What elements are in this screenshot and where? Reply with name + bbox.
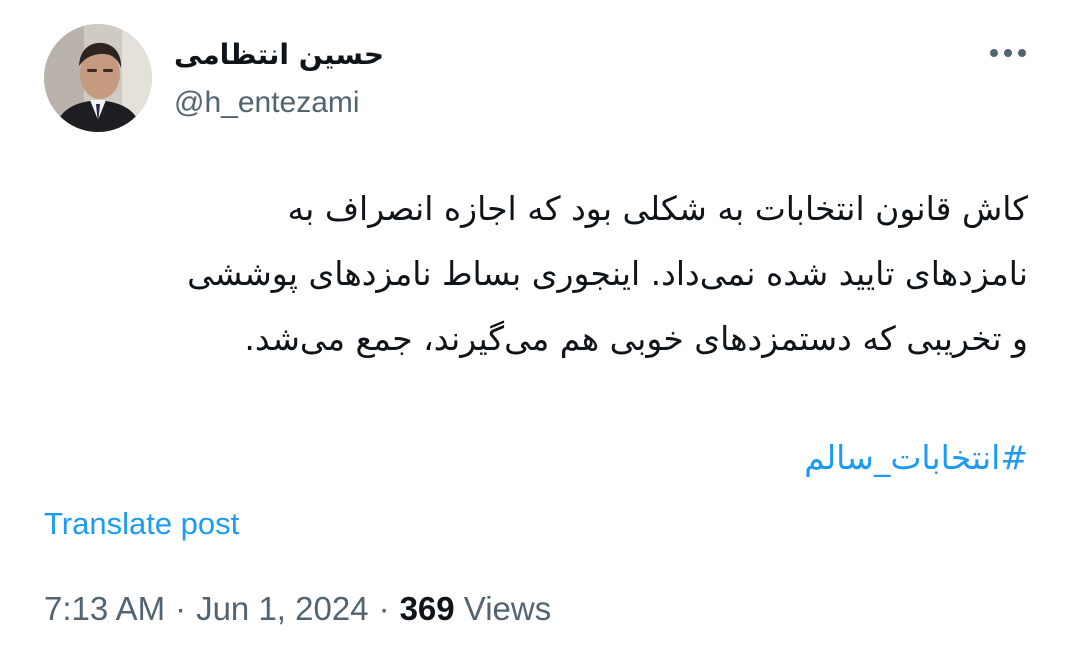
views-label[interactable]: Views (464, 590, 551, 627)
post-text-line: کاش قانون انتخابات به شکلی بود که اجازه … (287, 189, 1028, 228)
translate-post-link[interactable]: Translate post (44, 506, 239, 542)
avatar-photo (44, 24, 152, 132)
post-text-line: نامزدهای تایید شده نمی‌داد. اینجوری بساط… (187, 254, 1028, 293)
post-date[interactable]: Jun 1, 2024 (196, 590, 368, 627)
more-horizontal-icon (990, 49, 1026, 57)
post-meta: 7:13 AM · Jun 1, 2024 · 369 Views (44, 590, 551, 628)
hashtag-link[interactable]: #انتخابات_سالم (804, 438, 1028, 477)
author-display-name[interactable]: حسین انتظامی (174, 38, 384, 71)
author-handle[interactable]: @h_entezami (174, 86, 360, 120)
meta-separator: · (378, 590, 390, 627)
post-text-line: و تخریبی که دستمزدهای خوبی هم می‌گیرند، … (244, 319, 1028, 358)
avatar[interactable] (44, 24, 152, 132)
views-count[interactable]: 369 (400, 590, 455, 627)
post-time[interactable]: 7:13 AM (44, 590, 165, 627)
post-text: کاش قانون انتخابات به شکلی بود که اجازه … (28, 176, 1028, 371)
meta-separator: · (175, 590, 187, 627)
more-options-button[interactable] (986, 38, 1030, 68)
